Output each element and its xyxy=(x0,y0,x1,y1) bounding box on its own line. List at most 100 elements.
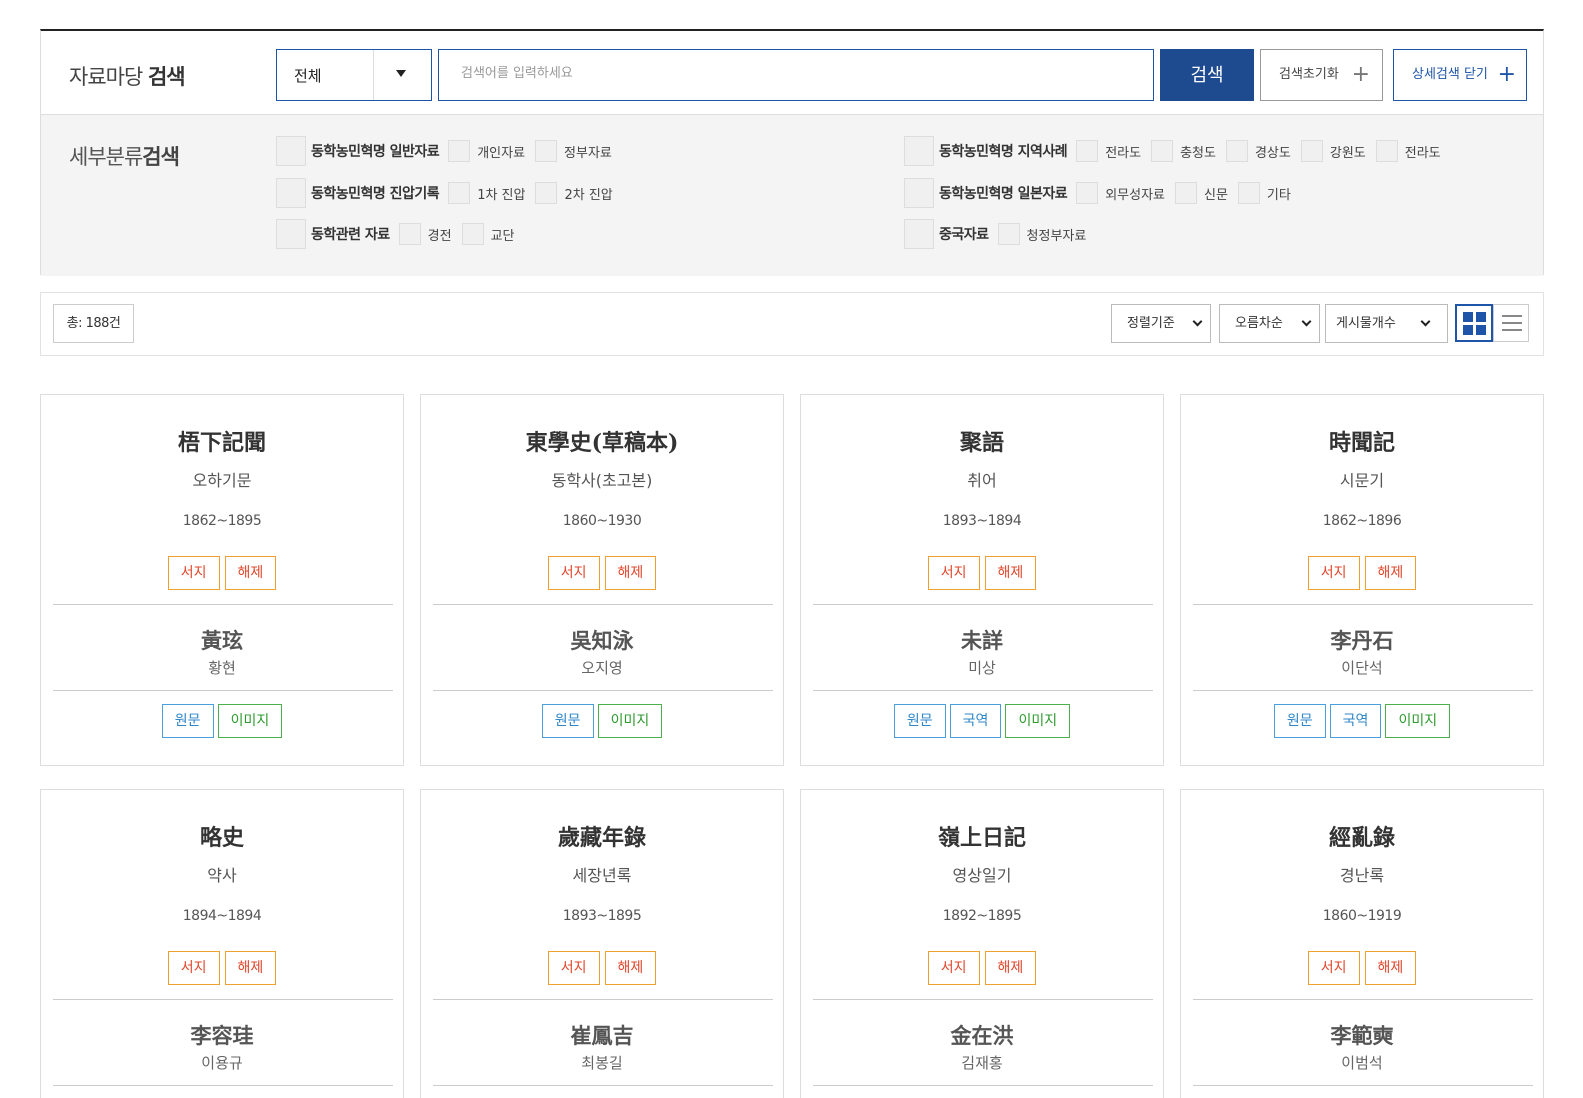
card-tag-button[interactable]: 해제 xyxy=(224,951,277,985)
filter-category-label[interactable]: 동학농민혁명 지역사례 xyxy=(939,141,1068,161)
subfilter-checkbox[interactable] xyxy=(535,140,558,162)
filter-category-label[interactable]: 중국자료 xyxy=(939,224,989,244)
search-input[interactable] xyxy=(461,66,1131,81)
subfilter-checkbox[interactable] xyxy=(1300,140,1323,162)
subfilter-checkbox[interactable] xyxy=(535,182,558,204)
filter-checkbox[interactable] xyxy=(904,219,934,249)
subfilter-checkbox[interactable] xyxy=(1237,182,1260,204)
card-tag-button[interactable]: 서지 xyxy=(927,556,980,590)
sort-select[interactable]: 정렬기준 xyxy=(1111,304,1211,343)
result-card[interactable]: 經亂錄 경난록 1860~1919 서지 해제 李範奭 이범석 xyxy=(1180,789,1544,1098)
card-title[interactable]: 梧下記聞 xyxy=(41,425,403,457)
filter-category-label[interactable]: 동학관련 자료 xyxy=(311,224,390,244)
card-action-button[interactable]: 국역 xyxy=(949,704,1002,738)
subfilter-checkbox[interactable] xyxy=(1076,182,1099,204)
card-tag-button[interactable]: 서지 xyxy=(547,951,600,985)
subfilter-label[interactable]: 전라도 xyxy=(1405,142,1441,161)
scope-select[interactable]: 전체 xyxy=(276,49,432,101)
card-title[interactable]: 時聞記 xyxy=(1181,425,1543,457)
result-card[interactable]: 東學史(草稿本) 동학사(초고본) 1860~1930 서지 해제 吳知泳 오지영 원문 이미지 xyxy=(420,394,784,766)
card-author: 未詳 xyxy=(961,628,1003,653)
order-select[interactable]: 오름차순 xyxy=(1219,304,1320,343)
filter-category-label[interactable]: 동학농민혁명 일본자료 xyxy=(939,183,1068,203)
card-action-button[interactable]: 원문 xyxy=(1273,704,1326,738)
card-tag-button[interactable]: 해제 xyxy=(604,556,657,590)
result-card[interactable]: 嶺上日記 영상일기 1892~1895 서지 해제 金在洪 김재홍 xyxy=(800,789,1164,1098)
filter-checkbox[interactable] xyxy=(276,136,306,166)
card-title[interactable]: 經亂錄 xyxy=(1181,820,1543,852)
card-divider xyxy=(433,604,773,605)
subfilter-checkbox[interactable] xyxy=(1175,182,1197,204)
result-card[interactable]: 時聞記 시문기 1862~1896 서지 해제 李丹石 이단석 원문 국역 이미지 xyxy=(1180,394,1544,766)
card-tag-button[interactable]: 서지 xyxy=(1307,556,1360,590)
subfilter-checkbox[interactable] xyxy=(398,223,421,245)
card-tag-button[interactable]: 해제 xyxy=(1364,951,1417,985)
card-action-button[interactable]: 원문 xyxy=(161,704,214,738)
result-card[interactable]: 聚語 취어 1893~1894 서지 해제 未詳 미상 원문 국역 이미지 xyxy=(800,394,1164,766)
subfilter-label[interactable]: 정부자료 xyxy=(564,142,612,161)
subfilter-label[interactable]: 개인자료 xyxy=(477,142,525,161)
card-action-button[interactable]: 이미지 xyxy=(597,704,663,738)
card-tag-button[interactable]: 해제 xyxy=(984,951,1037,985)
card-title-korean: 취어 xyxy=(967,471,997,490)
result-card[interactable]: 歲藏年錄 세장년록 1893~1895 서지 해제 崔鳳吉 최봉길 xyxy=(420,789,784,1098)
subfilter-checkbox[interactable] xyxy=(448,182,471,204)
filter-checkbox[interactable] xyxy=(276,219,306,249)
card-tag-button[interactable]: 해제 xyxy=(984,556,1037,590)
page-size-select[interactable]: 게시물개수 xyxy=(1325,304,1448,343)
card-tag-button[interactable]: 해제 xyxy=(224,556,277,590)
subfilter-label[interactable]: 전라도 xyxy=(1105,142,1141,161)
subfilter-checkbox[interactable] xyxy=(1076,140,1099,162)
card-title[interactable]: 東學史(草稿本) xyxy=(421,425,783,457)
subfilter-label[interactable]: 충청도 xyxy=(1180,142,1216,161)
card-title[interactable]: 歲藏年錄 xyxy=(421,820,783,852)
card-tag-button[interactable]: 해제 xyxy=(604,951,657,985)
search-reset-button[interactable]: 검색초기화 + xyxy=(1260,49,1383,101)
card-tag-button[interactable]: 서지 xyxy=(927,951,980,985)
subfilter-checkbox[interactable] xyxy=(1151,140,1174,162)
filter-checkbox[interactable] xyxy=(904,178,934,208)
card-title[interactable]: 嶺上日記 xyxy=(801,820,1163,852)
subfilter-checkbox[interactable] xyxy=(1375,140,1398,162)
card-action-button[interactable]: 원문 xyxy=(541,704,594,738)
result-card[interactable]: 略史 약사 1894~1894 서지 해제 李容珪 이용규 xyxy=(40,789,404,1098)
search-button[interactable]: 검색 xyxy=(1160,49,1254,101)
card-tag-button[interactable]: 서지 xyxy=(547,556,600,590)
card-info-buttons: 서지 해제 xyxy=(801,951,1163,985)
filter-checkbox[interactable] xyxy=(276,178,306,208)
card-action-button[interactable]: 국역 xyxy=(1329,704,1382,738)
subfilter-label[interactable]: 교단 xyxy=(491,225,515,244)
subfilter-label[interactable]: 강원도 xyxy=(1330,142,1366,161)
result-card[interactable]: 梧下記聞 오하기문 1862~1895 서지 해제 黃玹 황현 원문 이미지 xyxy=(40,394,404,766)
list-view-icon[interactable] xyxy=(1493,304,1529,342)
detail-search-close-button[interactable]: 상세검색 닫기 + xyxy=(1393,49,1527,101)
subfilter-label[interactable]: 경상도 xyxy=(1255,142,1291,161)
filter-category-label[interactable]: 동학농민혁명 일반자료 xyxy=(311,141,440,161)
card-tag-button[interactable]: 서지 xyxy=(1307,951,1360,985)
card-title-korean: 시문기 xyxy=(1339,471,1385,490)
subfilter-label[interactable]: 외무성자료 xyxy=(1105,184,1165,203)
subfilter-label[interactable]: 경전 xyxy=(428,225,452,244)
subfilter-label[interactable]: 청정부자료 xyxy=(1027,225,1087,244)
subfilter-label[interactable]: 기타 xyxy=(1267,184,1291,203)
grid-view-icon[interactable] xyxy=(1455,304,1493,342)
card-title[interactable]: 聚語 xyxy=(801,425,1163,457)
subfilter-checkbox[interactable] xyxy=(997,223,1020,245)
card-action-button[interactable]: 이미지 xyxy=(1005,704,1071,738)
card-tag-button[interactable]: 서지 xyxy=(167,951,220,985)
filter-category-label[interactable]: 동학농민혁명 진압기록 xyxy=(311,183,440,203)
subfilter-label[interactable]: 1차 진압 xyxy=(477,184,525,203)
card-title[interactable]: 略史 xyxy=(41,820,403,852)
card-action-button[interactable]: 이미지 xyxy=(217,704,283,738)
subfilter-checkbox[interactable] xyxy=(1225,140,1248,162)
card-tag-button[interactable]: 해제 xyxy=(1364,556,1417,590)
subfilter-label[interactable]: 신문 xyxy=(1204,184,1228,203)
card-tag-button[interactable]: 서지 xyxy=(167,556,220,590)
subfilter-checkbox[interactable] xyxy=(461,223,484,245)
card-action-button[interactable]: 이미지 xyxy=(1385,704,1451,738)
card-action-button[interactable]: 원문 xyxy=(893,704,946,738)
card-author-korean: 오지영 xyxy=(581,659,623,677)
subfilter-checkbox[interactable] xyxy=(448,140,471,162)
filter-checkbox[interactable] xyxy=(904,136,934,166)
subfilter-label[interactable]: 2차 진압 xyxy=(564,184,612,203)
